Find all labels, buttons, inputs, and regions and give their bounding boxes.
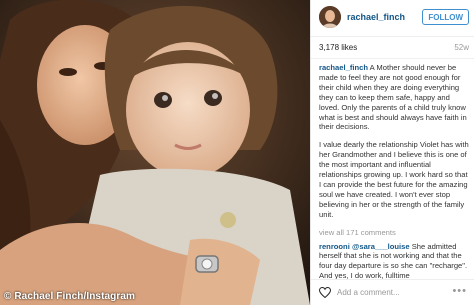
- comment-username[interactable]: renrooni: [319, 242, 350, 251]
- comment-feed: rachael_finch A Mother should never be m…: [319, 63, 469, 289]
- caption-text-2: I value dearly the relationship Violet h…: [319, 140, 469, 219]
- post-sidebar: rachael_finch FOLLOW 3,178 likes 52w rac…: [310, 0, 474, 305]
- photo-image: [0, 0, 310, 305]
- avatar-image: [319, 6, 341, 28]
- caption: rachael_finch A Mother should never be m…: [319, 63, 469, 132]
- caption-text-1: A Mother should never be made to feel th…: [319, 63, 467, 132]
- likes-row: 3,178 likes 52w: [311, 36, 474, 59]
- photo-credit: © Rachael Finch/Instagram: [4, 291, 136, 302]
- comment-mention[interactable]: @sara___louise: [352, 242, 410, 251]
- add-comment-input[interactable]: Add a comment...: [337, 288, 400, 297]
- post-timestamp: 52w: [454, 43, 469, 52]
- caption-username[interactable]: rachael_finch: [319, 63, 368, 72]
- comment-item: renrooni @sara___louise She admitted her…: [319, 242, 469, 282]
- view-all-comments-link[interactable]: view all 171 comments: [319, 228, 469, 238]
- likes-count[interactable]: 3,178 likes: [319, 43, 357, 52]
- follow-button[interactable]: FOLLOW: [422, 9, 469, 25]
- post-footer: Add a comment... •••: [311, 279, 474, 305]
- heart-icon[interactable]: [319, 287, 331, 298]
- avatar[interactable]: [319, 6, 341, 28]
- post-header: rachael_finch FOLLOW: [311, 0, 474, 37]
- header-username[interactable]: rachael_finch: [347, 12, 405, 22]
- more-options-icon[interactable]: •••: [452, 285, 467, 297]
- post-photo[interactable]: © Rachael Finch/Instagram: [0, 0, 310, 305]
